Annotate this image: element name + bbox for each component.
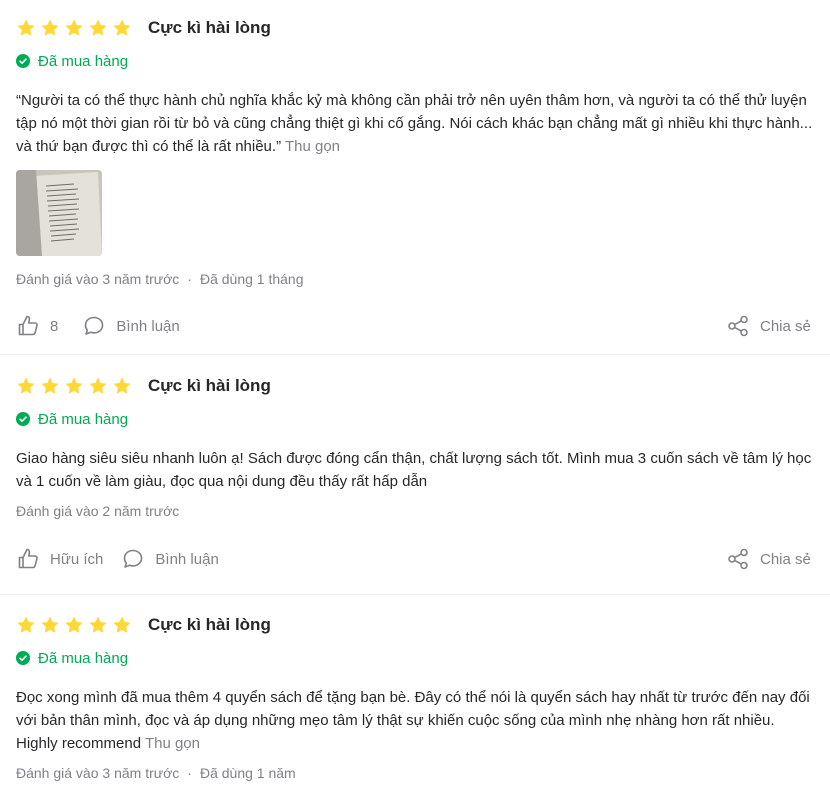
star-icon [40, 18, 60, 38]
review-text: “Người ta có thể thực hành chủ nghĩa khắ… [16, 92, 813, 155]
check-circle-icon [16, 412, 30, 426]
review-content: Giao hàng siêu siêu nhanh luôn ạ! Sách đ… [16, 447, 816, 493]
helpful-label: Hữu ích [50, 550, 104, 568]
review-actions: Hữu ích Bình luận Chia sẻ [16, 545, 816, 573]
comment-icon [121, 547, 145, 571]
star-icon [64, 18, 84, 38]
rated-time: Đánh giá vào 3 năm trước [16, 765, 180, 781]
like-button[interactable]: 8 [16, 314, 58, 338]
star-icon [16, 18, 36, 38]
review-rating-title: Cực kì hài lòng [148, 376, 271, 395]
review-text: Giao hàng siêu siêu nhanh luôn ạ! Sách đ… [16, 450, 812, 490]
used-time: Đã dùng 1 năm [199, 765, 296, 781]
rating-stars [16, 376, 132, 396]
star-icon [112, 615, 132, 635]
star-icon [88, 376, 108, 396]
check-circle-icon [16, 54, 30, 68]
review-meta: Đánh giá vào 3 năm trước · Đã dùng 1 năm [16, 763, 816, 783]
review-text: Đọc xong mình đã mua thêm 4 quyển sách đ… [16, 689, 810, 752]
review-content: “Người ta có thể thực hành chủ nghĩa khắ… [16, 89, 816, 158]
star-icon [16, 615, 36, 635]
rated-time: Đánh giá vào 3 năm trước [16, 271, 180, 287]
star-icon [88, 18, 108, 38]
review-rating-title: Cực kì hài lòng [148, 18, 271, 37]
share-button[interactable]: Chia sẻ [726, 314, 811, 338]
star-icon [112, 376, 132, 396]
star-icon [40, 615, 60, 635]
helpful-button[interactable]: Hữu ích [16, 547, 103, 571]
comment-button[interactable]: Bình luận [121, 547, 219, 571]
star-icon [40, 376, 60, 396]
book-page-photo [16, 170, 102, 256]
like-count: 8 [50, 317, 59, 335]
star-icon [16, 376, 36, 396]
bought-badge: Đã mua hàng [38, 52, 129, 70]
share-icon [726, 314, 750, 338]
rated-time: Đánh giá vào 2 năm trước [16, 503, 180, 519]
review-content: Đọc xong mình đã mua thêm 4 quyển sách đ… [16, 686, 816, 755]
rating-stars [16, 615, 132, 635]
thumbs-up-icon [16, 314, 40, 338]
review-meta: Đánh giá vào 3 năm trước · Đã dùng 1 tháng [16, 269, 816, 289]
check-circle-icon [16, 651, 30, 665]
review-actions: 8 Bình luận Chia sẻ [16, 312, 816, 340]
review-photo-thumbnail[interactable] [16, 170, 102, 256]
comment-label: Bình luận [116, 317, 180, 335]
bought-badge: Đã mua hàng [38, 410, 129, 428]
review-item: Cực kì hài lòng Đã mua hàng Giao hàng si… [16, 372, 816, 573]
review-item: Cực kì hài lòng Đã mua hàng “Người ta có… [16, 14, 816, 340]
share-icon [726, 547, 750, 571]
comment-icon [82, 314, 106, 338]
rating-stars [16, 18, 132, 38]
bought-badge: Đã mua hàng [38, 649, 129, 667]
review-meta: Đánh giá vào 2 năm trước [16, 501, 816, 521]
star-icon [88, 615, 108, 635]
share-label: Chia sẻ [760, 317, 811, 335]
collapse-link[interactable]: Thu gọn [145, 735, 200, 752]
share-label: Chia sẻ [760, 550, 811, 568]
review-divider [0, 354, 830, 355]
comment-button[interactable]: Bình luận [82, 314, 180, 338]
separator-dot: · [187, 271, 192, 287]
thumbs-up-icon [16, 547, 40, 571]
star-icon [64, 615, 84, 635]
collapse-link[interactable]: Thu gọn [285, 138, 340, 155]
used-time: Đã dùng 1 tháng [199, 271, 304, 287]
review-rating-title: Cực kì hài lòng [148, 615, 271, 634]
star-icon [112, 18, 132, 38]
separator-dot: · [187, 765, 192, 781]
review-item: Cực kì hài lòng Đã mua hàng Đọc xong mìn… [16, 611, 816, 783]
comment-label: Bình luận [155, 550, 219, 568]
review-divider [0, 594, 830, 595]
star-icon [64, 376, 84, 396]
share-button[interactable]: Chia sẻ [726, 547, 811, 571]
